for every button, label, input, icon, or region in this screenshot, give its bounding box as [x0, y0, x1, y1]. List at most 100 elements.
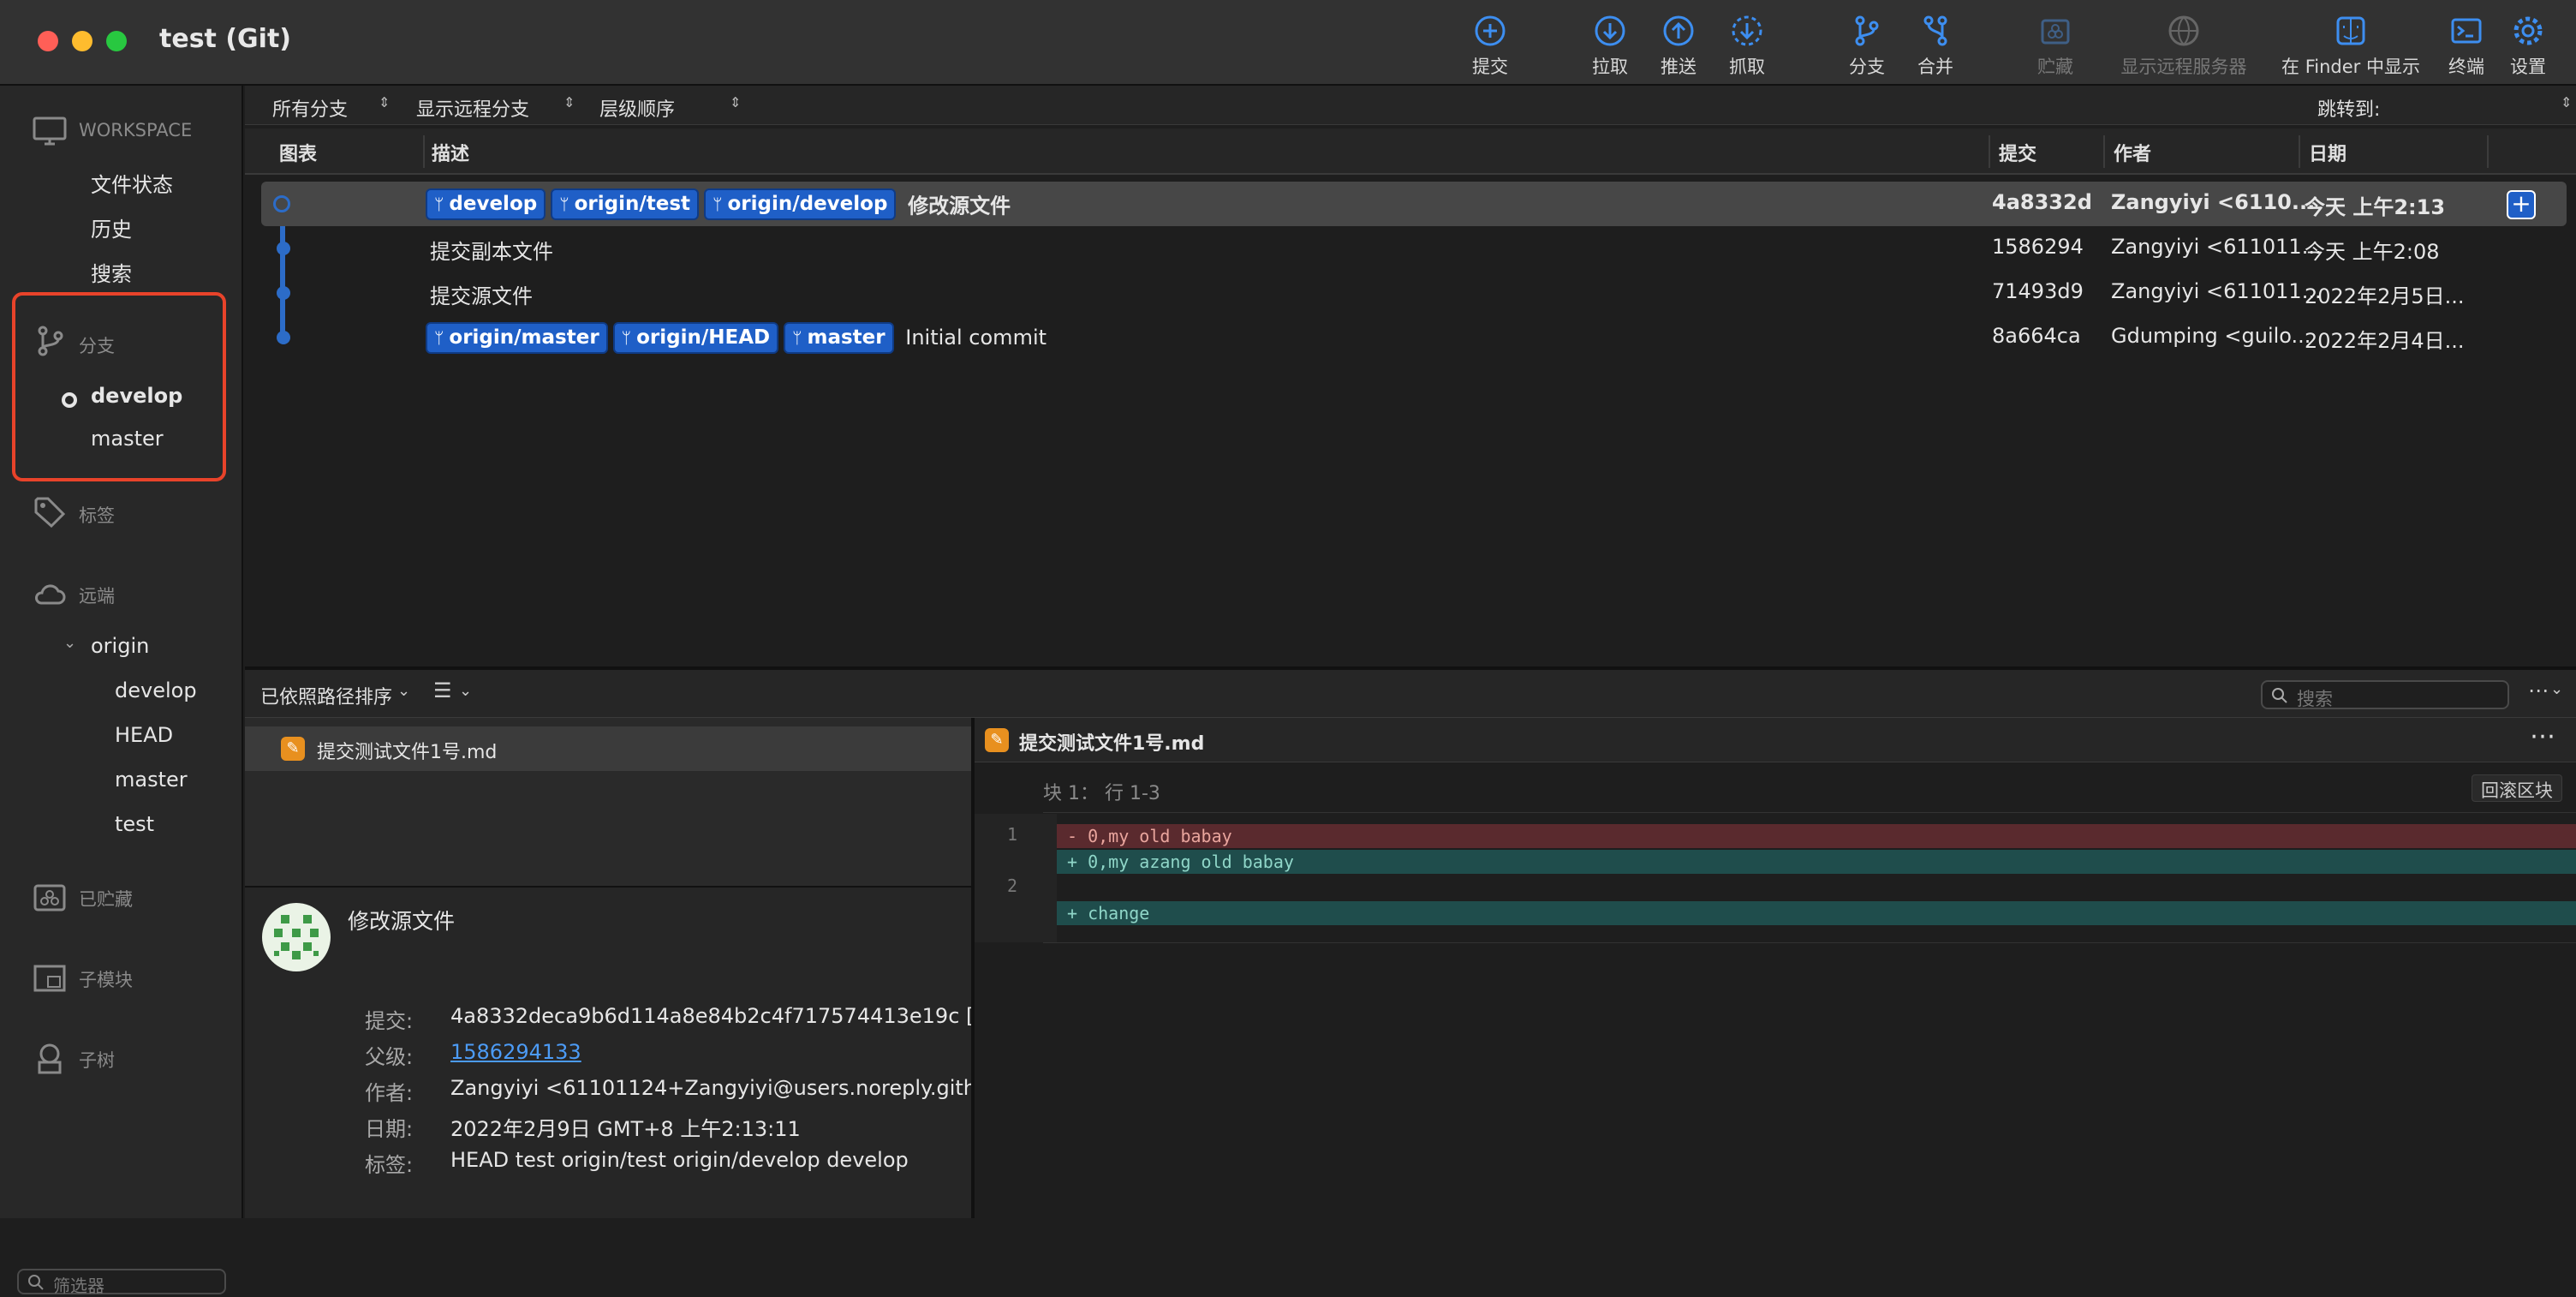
- sidebar-item-history[interactable]: 历史: [91, 212, 132, 242]
- sidebar-heading-subtrees[interactable]: 子树: [79, 1047, 115, 1073]
- merge-button[interactable]: 合并: [1884, 14, 1987, 79]
- diff-file-name: 提交测试文件1号.md: [1019, 733, 1205, 755]
- commit-details: 修改源文件 提交: 4a8332deca9b6d114a8e84b2c4f717…: [245, 886, 971, 1218]
- sort-by-path-select[interactable]: 已依照路径排序: [260, 682, 392, 709]
- more-options-icon[interactable]: ⋯: [2530, 721, 2555, 751]
- commit-author: Zangyiyi <611011...: [2111, 235, 2322, 259]
- branch-tag[interactable]: ᛘ origin/master: [426, 322, 608, 354]
- detail-parent-link[interactable]: 1586294133: [450, 1040, 581, 1064]
- column-commit[interactable]: 提交: [1999, 139, 2036, 166]
- hunk-divider: [1043, 812, 2576, 813]
- column-date[interactable]: 日期: [2309, 139, 2346, 166]
- file-list-item[interactable]: ✎ 提交测试文件1号.md: [245, 726, 971, 771]
- column-author[interactable]: 作者: [2114, 139, 2151, 166]
- sidebar-remote-branch-test[interactable]: test: [115, 812, 154, 836]
- list-view-icon[interactable]: ☰: [433, 678, 452, 702]
- branches-highlight-box: [12, 292, 226, 481]
- branch-tag-label: develop: [449, 193, 538, 215]
- branch-tag[interactable]: ᛘ origin/HEAD: [612, 322, 779, 354]
- monitor-icon: [33, 117, 67, 146]
- changed-files-list: ✎ 提交测试文件1号.md: [245, 718, 971, 886]
- column-separator: [2487, 135, 2489, 168]
- detail-parent-label: 父级:: [365, 1045, 414, 1069]
- avatar: [262, 903, 331, 971]
- branch-icon: ᛘ: [621, 329, 632, 348]
- sidebar-remote-origin[interactable]: origin: [91, 634, 149, 658]
- modified-pencil-icon: ✎: [281, 737, 305, 761]
- window-title: test (Git): [159, 24, 291, 54]
- settings-button[interactable]: 设置: [2485, 14, 2571, 79]
- branch-tag[interactable]: ᛘ origin/test: [551, 188, 700, 220]
- submodule-icon: [33, 965, 66, 992]
- diff-line-context: [1057, 876, 2576, 900]
- branch-tag[interactable]: ᛘ develop: [426, 188, 546, 220]
- all-branches-select[interactable]: 所有分支: [272, 94, 348, 122]
- chevron-down-icon: ⌄: [2550, 680, 2564, 698]
- sidebar-heading-remotes[interactable]: 远端: [79, 583, 115, 608]
- branch-tag-label: master: [807, 326, 886, 349]
- detail-date-value: 2022年2月9日 GMT+8 上午2:13:11: [450, 1117, 801, 1141]
- show-remote-branches-select[interactable]: 显示远程分支: [416, 94, 529, 122]
- column-graph[interactable]: 图表: [279, 139, 317, 166]
- file-search-input[interactable]: 搜索: [2261, 680, 2509, 709]
- sourcetree-window: test (Git) 提交 拉取 推送 抓取 分支 合并 贮藏 显示远程服务器 …: [0, 0, 2576, 1296]
- sidebar-filter-input[interactable]: 筛选器: [17, 1269, 226, 1296]
- diff-line-deleted: - 0,my old babay: [1057, 824, 2576, 848]
- cloud-icon: [35, 584, 66, 605]
- file-name: 提交测试文件1号.md: [317, 742, 498, 763]
- plus-circle-icon: [1475, 15, 1506, 46]
- filter-placeholder: 筛选器: [53, 1276, 104, 1296]
- commit-row[interactable]: ᛘ origin/master ᛘ origin/HEAD ᛘ master Initia…: [261, 315, 2567, 360]
- diff-line-text: + change: [1067, 903, 1150, 923]
- sidebar-heading-stashes[interactable]: 已贮藏: [79, 886, 133, 911]
- minimize-window-button[interactable]: [72, 31, 92, 51]
- sidebar-remote-branch-head[interactable]: HEAD: [115, 723, 173, 747]
- commit-author: Zangyiyi <611011...: [2111, 279, 2322, 303]
- file-pane-toolbar: 已依照路径排序 ⌄ ☰ ⌄ 搜索 ⋯ ⌄: [245, 670, 2576, 718]
- branch-icon: ᛘ: [559, 195, 569, 214]
- detail-commit-label: 提交:: [365, 1009, 414, 1033]
- sidebar-heading-tags[interactable]: 标签: [79, 502, 115, 528]
- chevron-down-icon[interactable]: ⌄: [63, 634, 76, 652]
- commit-row[interactable]: ᛘ develop ᛘ origin/test ᛘ origin/develop 修改源文…: [261, 182, 2567, 226]
- commit-description: ᛘ origin/master ᛘ origin/HEAD ᛘ master Initia…: [426, 322, 1046, 354]
- sidebar-remote-branch-develop[interactable]: develop: [115, 678, 197, 702]
- add-plus-icon[interactable]: +: [2507, 190, 2536, 219]
- commit-row[interactable]: 提交源文件 71493d9 Zangyiyi <611011... 2022年2…: [261, 271, 2567, 315]
- column-description[interactable]: 描述: [432, 139, 469, 166]
- commit-date: 2022年2月5日...: [2305, 284, 2465, 308]
- sidebar-item-file-status[interactable]: 文件状态: [91, 168, 173, 198]
- more-options-icon[interactable]: ⋯: [2528, 678, 2549, 702]
- sidebar-heading-workspace[interactable]: WORKSPACE: [79, 120, 192, 140]
- detail-commit-value: 4a8332deca9b6d114a8e84b2c4f717574413e19c…: [450, 1004, 971, 1028]
- commit-date: 今天 上午2:13: [2305, 195, 2446, 219]
- diff-view: ✎ 提交测试文件1号.md ⋯ 块 1： 行 1-3 回滚区块 1 - 0,my…: [975, 718, 2576, 1218]
- updown-chevron-icon: ⇕: [379, 94, 391, 111]
- order-select[interactable]: 层级顺序: [599, 94, 675, 122]
- graph-node: [277, 286, 290, 300]
- sidebar-item-search[interactable]: 搜索: [91, 257, 132, 287]
- zoom-window-button[interactable]: [106, 31, 127, 51]
- branch-icon: ᛘ: [792, 329, 802, 348]
- title-bar: test (Git) 提交 拉取 推送 抓取 分支 合并 贮藏 显示远程服务器 …: [0, 0, 2576, 86]
- sidebar-remote-branch-master[interactable]: master: [115, 768, 188, 792]
- branch-tag[interactable]: ᛘ master: [784, 322, 894, 354]
- line-number: 2: [1007, 876, 1018, 896]
- commit-button[interactable]: 提交: [1439, 14, 1541, 79]
- branch-tag[interactable]: ᛘ origin/develop: [704, 188, 897, 220]
- graph-node: [277, 242, 290, 255]
- revert-hunk-button[interactable]: 回滚区块: [2472, 774, 2562, 802]
- commit-row[interactable]: 提交副本文件 1586294 Zangyiyi <611011... 今天 上午…: [261, 226, 2567, 271]
- diff-line-text: + 0,my azang old babay: [1067, 852, 1294, 872]
- diff-line-text: - 0,my old babay: [1067, 826, 1232, 846]
- jump-to-select[interactable]: 跳转到:: [2317, 94, 2380, 122]
- arrow-up-circle-icon: [1663, 15, 1694, 46]
- column-separator: [423, 135, 425, 168]
- close-window-button[interactable]: [38, 31, 58, 51]
- search-icon: [28, 1275, 44, 1290]
- fetch-button[interactable]: 抓取: [1696, 14, 1798, 79]
- sidebar-heading-submodules[interactable]: 子模块: [79, 966, 133, 992]
- updown-chevron-icon: ⇕: [2561, 94, 2573, 111]
- diff-line-text: [1057, 877, 1067, 898]
- commit-date: 2022年2月4日...: [2305, 329, 2465, 353]
